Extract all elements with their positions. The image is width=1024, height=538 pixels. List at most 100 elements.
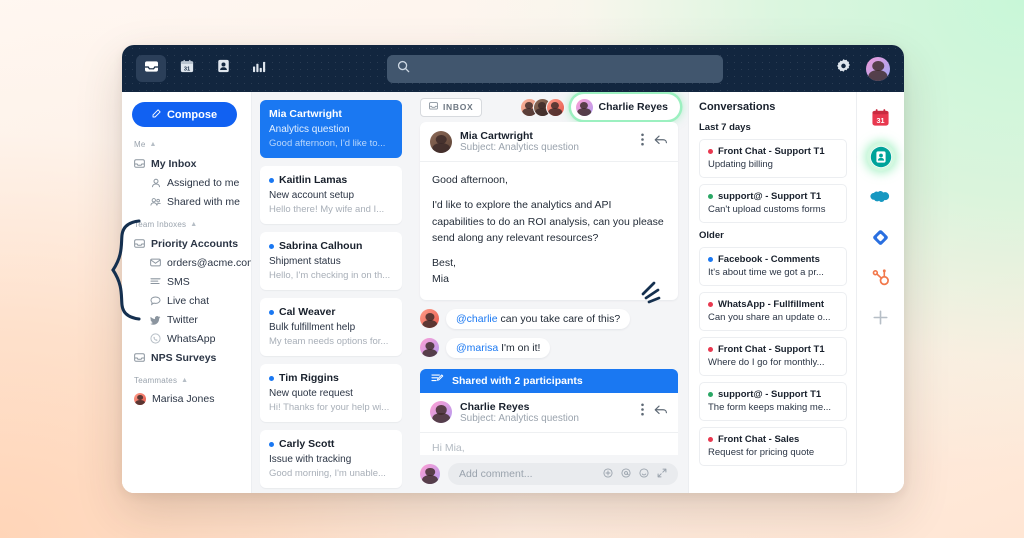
reply-icon[interactable] — [654, 403, 668, 421]
sidebar-item-label: SMS — [167, 275, 190, 288]
sidebar-item-nps-surveys[interactable]: NPS Surveys — [132, 348, 251, 367]
nav-analytics-button[interactable] — [244, 55, 274, 82]
app-body: Compose Me ▲ My Inbox Assigned to me Sha… — [122, 92, 904, 493]
chevron-up-icon: ▲ — [181, 377, 189, 384]
reply-icon[interactable] — [654, 133, 668, 151]
conversation-list-item[interactable]: Kaitlin Lamas New account setup Hello th… — [260, 166, 402, 224]
sidebar-teammate-marisa-jones[interactable]: Marisa Jones — [132, 390, 251, 405]
unread-dot — [269, 441, 274, 447]
conversation-summary-item[interactable]: Facebook - Comments It's about time we g… — [699, 247, 847, 286]
shared-draft-icon — [431, 373, 444, 388]
sidebar-item-whatsapp[interactable]: WhatsApp — [132, 329, 251, 348]
chevron-up-icon: ▲ — [190, 221, 198, 228]
comment-bubble[interactable]: @marisa I'm on it! — [446, 337, 551, 358]
conversation-preview: Hi! Thanks for your help wi... — [269, 402, 390, 413]
plus-circle-icon[interactable] — [603, 465, 613, 483]
sidebar-item-twitter[interactable]: Twitter — [132, 310, 251, 329]
sidebar-item-live-chat[interactable]: Live chat — [132, 291, 251, 310]
participant-avatars[interactable] — [519, 97, 565, 117]
status-badge — [708, 194, 713, 199]
message-subject: Subject: Analytics question — [460, 142, 579, 153]
sidebar-item-label: WhatsApp — [167, 332, 216, 345]
mention-tag[interactable]: @marisa — [456, 342, 498, 354]
conversation-list[interactable]: Mia Cartwright Analytics question Good a… — [252, 92, 410, 493]
message-sender-block: Mia Cartwright Subject: Analytics questi… — [460, 130, 579, 153]
conversation-sender: Kaitlin Lamas — [279, 174, 348, 186]
sidebar-item-priority-accounts[interactable]: Priority Accounts — [132, 234, 251, 253]
sidebar-item-sms[interactable]: SMS — [132, 272, 251, 291]
sidebar-group-me[interactable]: Me ▲ — [134, 140, 251, 149]
conversation-summary-item[interactable]: Front Chat - Support T1 Where do I go fo… — [699, 337, 847, 376]
assignee-pill[interactable]: Charlie Reyes — [572, 96, 678, 118]
expand-icon[interactable] — [657, 465, 667, 483]
calendar-day-label: 31 — [876, 115, 884, 124]
nav-contacts-button[interactable] — [208, 55, 238, 82]
nav-inbox-button[interactable] — [136, 55, 166, 82]
mention-icon[interactable] — [621, 465, 631, 483]
message-actions — [641, 133, 668, 151]
conversations-group-label: Last 7 days — [699, 122, 751, 133]
sidebar-group-team-inboxes[interactable]: Team Inboxes ▲ — [134, 220, 251, 229]
shared-participants-bar: Shared with 2 participants — [420, 368, 678, 393]
search-input[interactable] — [386, 54, 723, 83]
conversation-list-item[interactable]: Sabrina Calhoun Shipment status Hello, I… — [260, 232, 402, 290]
unread-dot — [269, 375, 274, 381]
conversation-summary-preview: It's about time we got a pr... — [708, 267, 824, 278]
conversation-summary-item[interactable]: support@ - Support T1 Can't upload custo… — [699, 184, 847, 223]
conversation-summary-preview: The form keeps making me... — [708, 402, 832, 413]
more-options-icon[interactable] — [641, 133, 644, 151]
comment-bubble[interactable]: @charlie can you take care of this? — [446, 308, 631, 329]
compose-button[interactable]: Compose — [132, 102, 237, 127]
conversation-list-item[interactable]: Carly Scott Issue with tracking Good mor… — [260, 430, 402, 488]
calendar-integration-icon[interactable]: 31 — [870, 106, 892, 128]
compose-icon — [152, 108, 162, 121]
top-bar: 31 — [122, 45, 904, 92]
draft-sender: Charlie Reyes — [460, 400, 530, 413]
conversation-summary-name: Facebook - Comments — [718, 254, 820, 265]
current-user-avatar[interactable] — [866, 56, 890, 81]
sidebar-group-teammates[interactable]: Teammates ▲ — [134, 376, 251, 385]
contacts-icon — [217, 59, 230, 78]
hubspot-integration-icon[interactable] — [870, 266, 892, 288]
sidebar-group-teammates-label: Teammates — [134, 376, 178, 385]
gear-icon[interactable] — [835, 58, 852, 80]
sidebar-item-assigned-to-me[interactable]: Assigned to me — [132, 173, 251, 192]
conversation-summary-name-row: support@ - Support T1 — [708, 389, 838, 400]
people-icon — [150, 197, 161, 207]
asana-integration-icon[interactable] — [870, 226, 892, 248]
inbox-chip[interactable]: INBOX — [420, 97, 483, 117]
shared-participants-label: Shared with 2 participants — [452, 374, 583, 387]
conversation-summary-name-row: Front Chat - Support T1 — [708, 146, 838, 157]
comment-input[interactable]: Add comment... — [448, 463, 678, 485]
conversation-summary-name-row: WhatsApp - Fullfillment — [708, 299, 838, 310]
status-badge — [708, 302, 713, 307]
more-options-icon[interactable] — [641, 403, 644, 421]
conversation-list-item[interactable]: Tim Riggins New quote request Hi! Thanks… — [260, 364, 402, 422]
conversation-list-item[interactable]: Cal Weaver Bulk fulfillment help My team… — [260, 298, 402, 356]
sidebar-item-shared-with-me[interactable]: Shared with me — [132, 192, 251, 211]
conversation-summary-item[interactable]: Front Chat - Sales Request for pricing q… — [699, 427, 847, 466]
conversation-summary-item[interactable]: support@ - Support T1 The form keeps mak… — [699, 382, 847, 421]
conversation-summary-item[interactable]: Front Chat - Support T1 Updating billing — [699, 139, 847, 178]
assignee-name: Charlie Reyes — [598, 101, 668, 113]
twitter-icon — [150, 315, 161, 325]
contacts-integration-icon[interactable] — [870, 146, 892, 168]
sidebar-item-my-inbox[interactable]: My Inbox — [132, 154, 251, 173]
draft-body[interactable]: Hi Mia, — [420, 433, 678, 455]
conversation-summary-item[interactable]: WhatsApp - Fullfillment Can you share an… — [699, 292, 847, 331]
conversation-list-item[interactable]: Mia Cartwright Analytics question Good a… — [260, 100, 402, 158]
conversation-summary-preview: Can you share an update o... — [708, 312, 831, 323]
sidebar: Compose Me ▲ My Inbox Assigned to me Sha… — [122, 92, 252, 493]
draft-actions — [641, 403, 668, 421]
message-scroll-area[interactable]: Mia Cartwright Subject: Analytics questi… — [410, 122, 688, 455]
emoji-icon[interactable] — [639, 465, 649, 483]
conversation-summary-name: Front Chat - Sales — [718, 434, 800, 445]
salesforce-integration-icon[interactable] — [870, 186, 892, 208]
mention-tag[interactable]: @charlie — [456, 313, 498, 325]
add-integration-icon[interactable] — [870, 306, 892, 328]
message-card-header: Mia Cartwright Subject: Analytics questi… — [420, 122, 678, 162]
draft-card: Charlie Reyes Subject: Analytics questio… — [420, 392, 678, 455]
nav-calendar-button[interactable]: 31 — [172, 55, 202, 82]
sidebar-item-orders-email[interactable]: orders@acme.com — [132, 253, 251, 272]
chevron-up-icon: ▲ — [149, 141, 157, 148]
